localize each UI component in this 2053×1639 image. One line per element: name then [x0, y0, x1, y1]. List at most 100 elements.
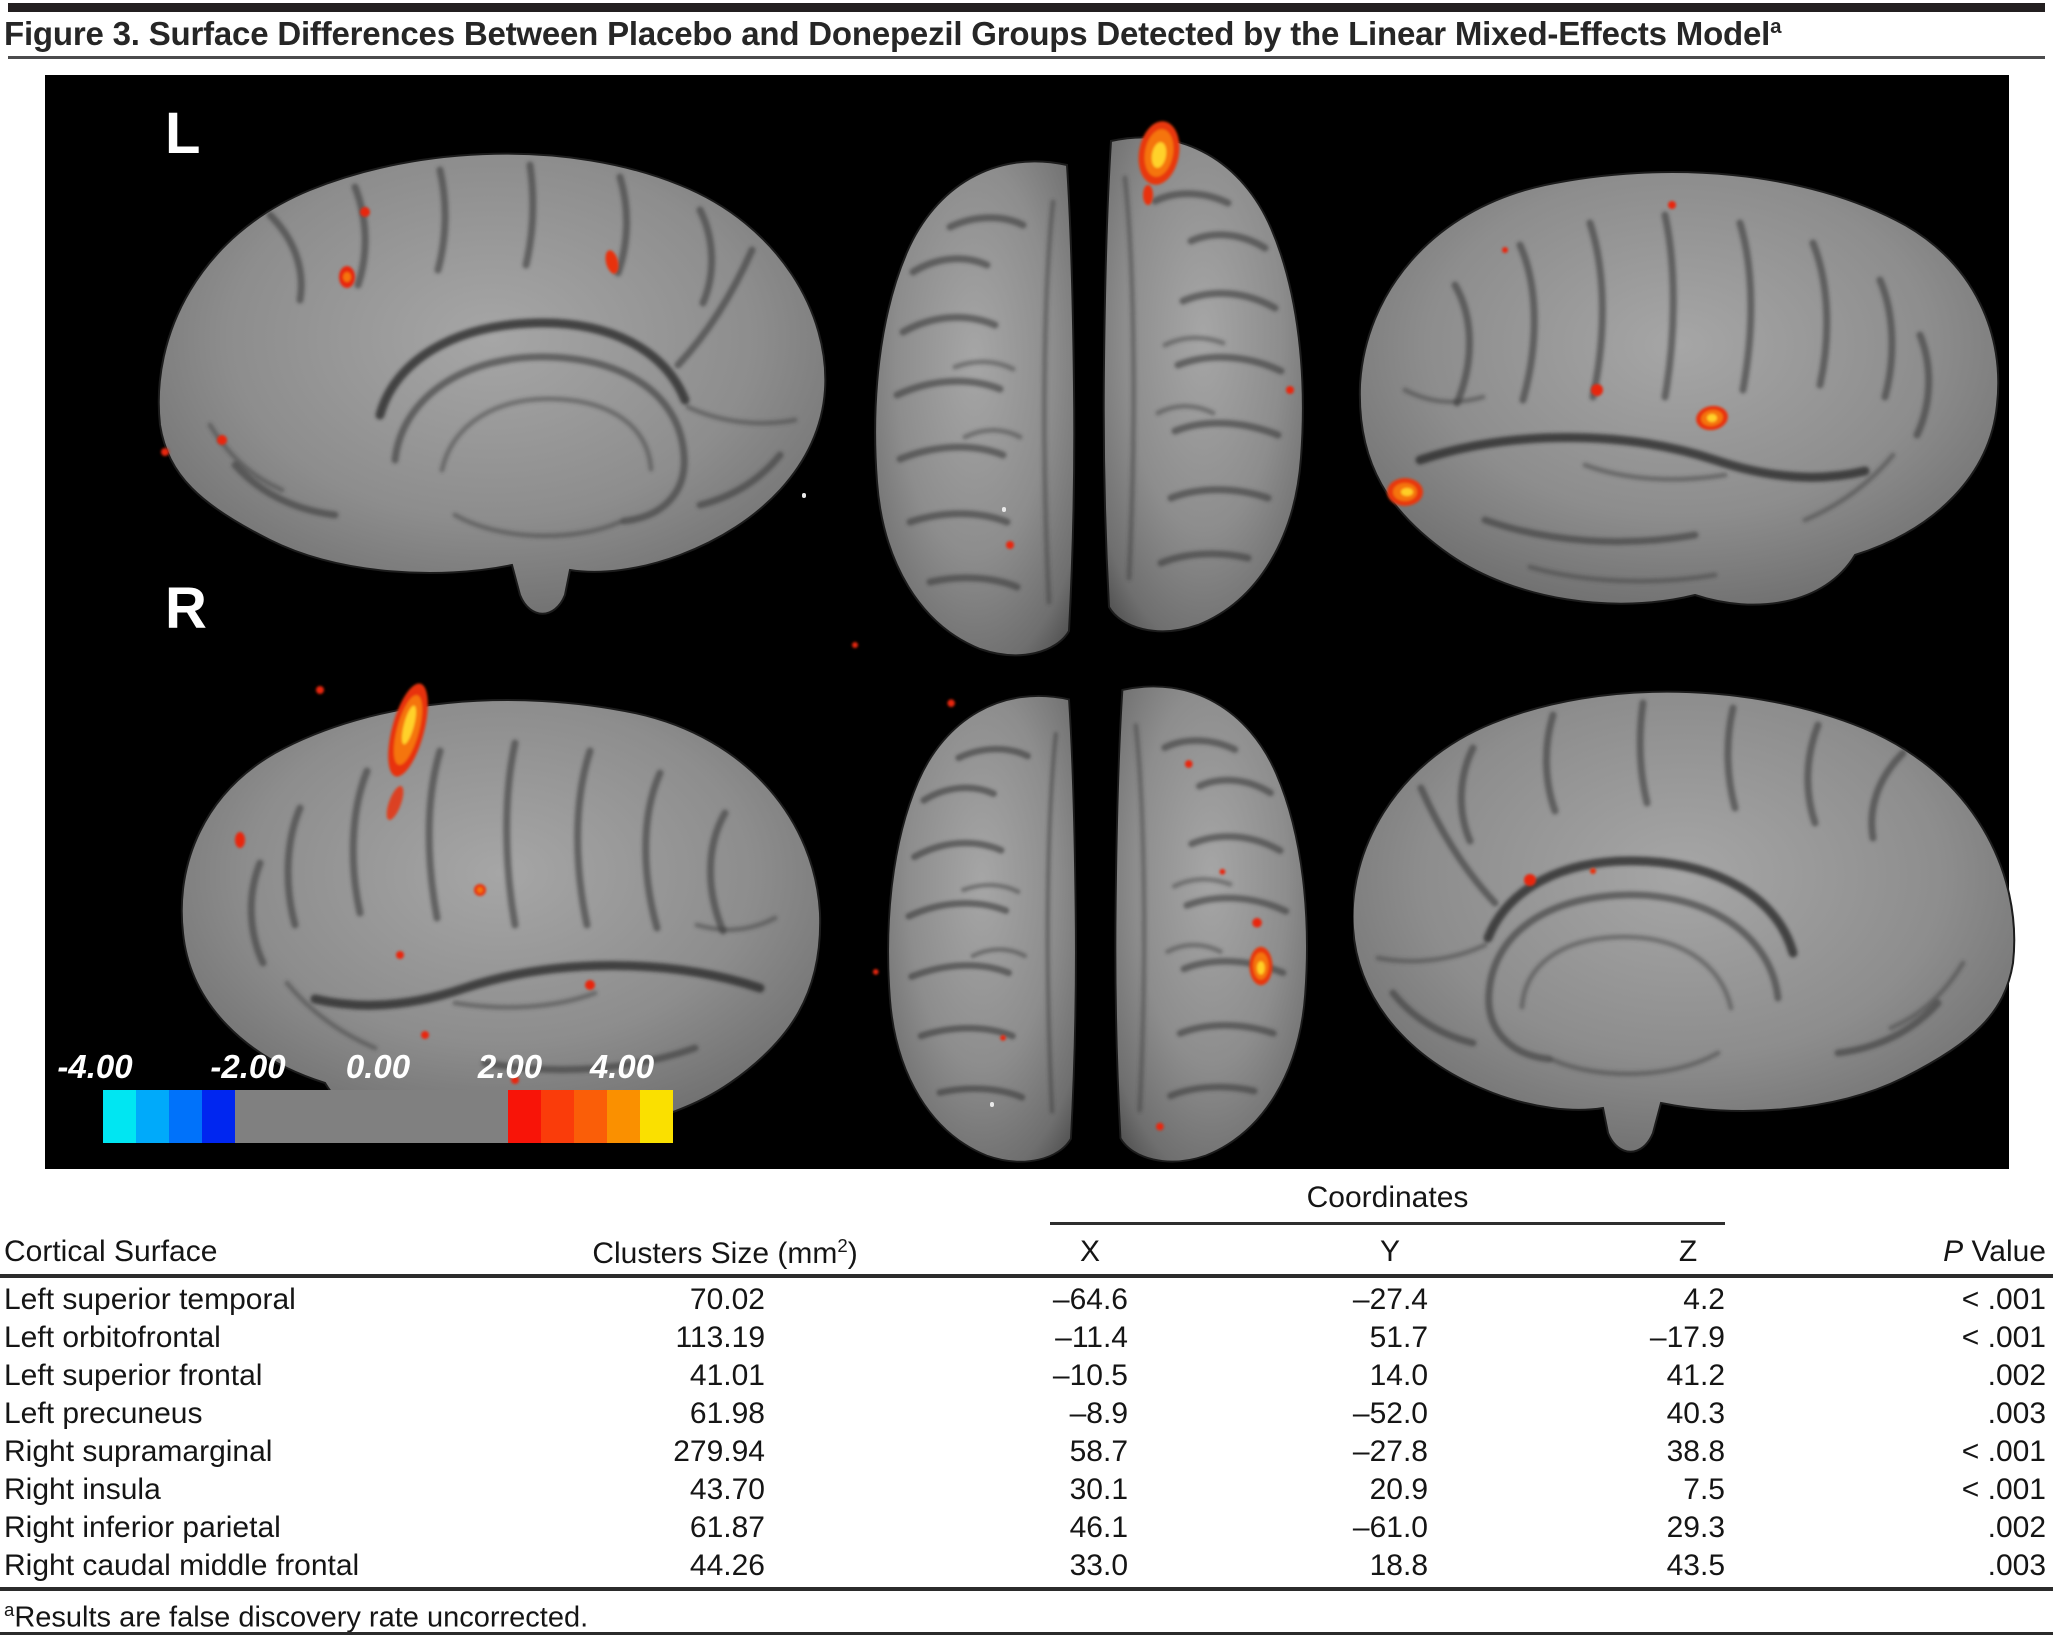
- table-row: Right caudal middle frontal 44.26 33.0 1…: [0, 1547, 2046, 1585]
- cell-cluster-size: 41.01: [560, 1357, 765, 1395]
- cell-y: 14.0: [1128, 1357, 1428, 1395]
- colorbar-segment: [169, 1090, 202, 1143]
- cell-y: –27.4: [1128, 1281, 1428, 1319]
- cell-cortical-surface: Right insula: [0, 1471, 560, 1509]
- title-rule: [8, 56, 2045, 59]
- final-rule: [0, 1632, 2053, 1635]
- colorbar-segment: [136, 1090, 169, 1143]
- brain-left-medial-view: [140, 125, 840, 625]
- cell-z: 38.8: [1428, 1433, 1725, 1471]
- figure-title: Figure 3. Surface Differences Between Pl…: [4, 15, 1781, 53]
- column-header-x: X: [1080, 1235, 1100, 1269]
- cell-y: 51.7: [1128, 1319, 1428, 1357]
- table-row: Right supramarginal 279.94 58.7 –27.8 38…: [0, 1433, 2046, 1471]
- results-table: Coordinates Cortical Surface Clusters Si…: [0, 1175, 2053, 1639]
- colorbar-tick-label: 4.00: [590, 1048, 654, 1086]
- cell-x: 58.7: [765, 1433, 1128, 1471]
- table-bottom-rule: [0, 1587, 2053, 1591]
- cell-y: 20.9: [1128, 1471, 1428, 1509]
- cell-cortical-surface: Left precuneus: [0, 1395, 560, 1433]
- colorbar-segment: [508, 1090, 541, 1143]
- cell-z: 43.5: [1428, 1547, 1725, 1585]
- table-row: Right insula 43.70 30.1 20.9 7.5 < .001: [0, 1471, 2046, 1509]
- cell-z: 4.2: [1428, 1281, 1725, 1319]
- cell-x: –10.5: [765, 1357, 1128, 1395]
- cell-cortical-surface: Right inferior parietal: [0, 1509, 560, 1547]
- cell-p-value: .002: [1725, 1357, 2046, 1395]
- column-header-cluster-size: Clusters Size (mm2): [592, 1235, 857, 1271]
- p-value-rest: Value: [1963, 1235, 2046, 1268]
- footnote-superscript: a: [4, 1599, 14, 1620]
- colorbar-tick-label: -2.00: [210, 1048, 285, 1086]
- cell-p-value: < .001: [1725, 1471, 2046, 1509]
- brain-dorsal-right-half-bottom: [1103, 663, 1338, 1168]
- cell-x: 46.1: [765, 1509, 1128, 1547]
- cell-p-value: < .001: [1725, 1433, 2046, 1471]
- column-header-y: Y: [1380, 1235, 1400, 1269]
- cell-cortical-surface: Left superior frontal: [0, 1357, 560, 1395]
- cell-p-value: .002: [1725, 1509, 2046, 1547]
- cell-z: 29.3: [1428, 1509, 1725, 1547]
- table-footnote: aResults are false discovery rate uncorr…: [4, 1599, 588, 1635]
- footnote-text: Results are false discovery rate uncorre…: [14, 1602, 588, 1634]
- colorbar-segment: [640, 1090, 673, 1143]
- cell-cluster-size: 61.98: [560, 1395, 765, 1433]
- cell-y: –61.0: [1128, 1509, 1428, 1547]
- colorbar-segment: [103, 1090, 136, 1143]
- colorbar-segment: [202, 1090, 235, 1143]
- figure-title-text: Figure 3. Surface Differences Between Pl…: [4, 15, 1770, 52]
- brain-left-lateral-view: [1335, 135, 2015, 630]
- cell-x: –64.6: [765, 1281, 1128, 1319]
- p-value-italic-p: P: [1943, 1235, 1963, 1268]
- cell-x: 30.1: [765, 1471, 1128, 1509]
- colorbar-tick-label: -4.00: [57, 1048, 132, 1086]
- cell-cluster-size: 70.02: [560, 1281, 765, 1319]
- render-speck: [1002, 507, 1006, 512]
- cell-z: –17.9: [1428, 1319, 1725, 1357]
- cluster-header-close: ): [848, 1237, 858, 1270]
- colorbar-segment: [607, 1090, 640, 1143]
- column-header-z: Z: [1679, 1235, 1697, 1269]
- brain-right-medial-view: [1353, 663, 2033, 1153]
- colorbar-segment: [574, 1090, 607, 1143]
- cell-x: –8.9: [765, 1395, 1128, 1433]
- cluster-header-superscript: 2: [837, 1235, 847, 1256]
- column-header-cortical-surface: Cortical Surface: [4, 1235, 217, 1269]
- cell-cluster-size: 43.70: [560, 1471, 765, 1509]
- table-header-rule: [0, 1274, 2053, 1278]
- cell-x: 33.0: [765, 1547, 1128, 1585]
- colorbar-segment: [541, 1090, 574, 1143]
- brain-dorsal-right-half-top: [1093, 113, 1333, 638]
- top-rule: [8, 3, 2045, 12]
- table-row: Left precuneus 61.98 –8.9 –52.0 40.3 .00…: [0, 1395, 2046, 1433]
- table-row: Right inferior parietal 61.87 46.1 –61.0…: [0, 1509, 2046, 1547]
- cell-cortical-surface: Right caudal middle frontal: [0, 1547, 560, 1585]
- cell-z: 40.3: [1428, 1395, 1725, 1433]
- cell-z: 7.5: [1428, 1471, 1725, 1509]
- table-body: Left superior temporal 70.02 –64.6 –27.4…: [0, 1281, 2046, 1585]
- brain-dorsal-left-half-top: [845, 137, 1080, 662]
- cell-p-value: .003: [1725, 1395, 2046, 1433]
- cell-cluster-size: 44.26: [560, 1547, 765, 1585]
- coordinates-spanner-header: Coordinates: [1050, 1181, 1725, 1215]
- coordinates-spanner-rule: [1050, 1222, 1725, 1225]
- cell-cortical-surface: Left superior temporal: [0, 1281, 560, 1319]
- render-speck: [990, 1102, 994, 1107]
- cell-cortical-surface: Right supramarginal: [0, 1433, 560, 1471]
- cell-z: 41.2: [1428, 1357, 1725, 1395]
- brain-dorsal-left-half-bottom: [853, 673, 1088, 1168]
- colorbar-segment: [235, 1090, 508, 1143]
- cell-x: –11.4: [765, 1319, 1128, 1357]
- cell-cluster-size: 113.19: [560, 1319, 765, 1357]
- brain-figure-panel: L R: [45, 75, 2009, 1169]
- figure-title-superscript: a: [1770, 15, 1781, 38]
- column-header-p-value: P Value: [1943, 1235, 2046, 1269]
- colorbar: -4.00 -2.00 0.00 2.00 4.00: [95, 1045, 680, 1155]
- cell-y: –27.8: [1128, 1433, 1428, 1471]
- cell-p-value: .003: [1725, 1547, 2046, 1585]
- colorbar-gradient: [103, 1090, 673, 1143]
- cell-p-value: < .001: [1725, 1319, 2046, 1357]
- render-speck: [802, 493, 806, 498]
- table-row: Left superior frontal 41.01 –10.5 14.0 4…: [0, 1357, 2046, 1395]
- cell-cluster-size: 279.94: [560, 1433, 765, 1471]
